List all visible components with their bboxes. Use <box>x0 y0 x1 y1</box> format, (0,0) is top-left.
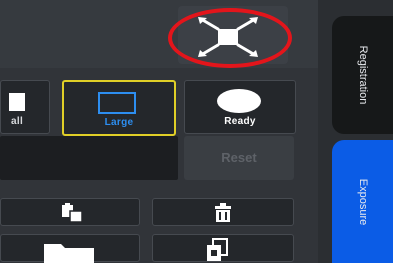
mode-ready-button[interactable]: Ready <box>184 80 296 134</box>
trash-icon <box>215 203 231 222</box>
ellipse-icon <box>217 89 261 113</box>
folder-icon <box>44 244 94 263</box>
mode-selector: all Large Ready <box>0 72 300 136</box>
paste-icon <box>62 203 83 223</box>
tab-exposure-label: Exposure <box>356 178 369 225</box>
mode-large-button[interactable]: Large <box>62 80 176 136</box>
tab-exposure[interactable]: Exposure <box>332 140 393 263</box>
mode-large-label: Large <box>104 117 134 128</box>
delete-button[interactable] <box>152 198 294 226</box>
highlight-circle <box>168 8 292 68</box>
tab-registration-label: Registration <box>356 45 369 105</box>
mode-ready-label: Ready <box>224 116 256 127</box>
paste-button[interactable] <box>0 198 140 226</box>
copy-button[interactable] <box>152 234 294 262</box>
copy-icon <box>207 238 228 261</box>
mode-small-button[interactable]: all <box>0 80 50 134</box>
tab-registration[interactable]: Registration <box>332 16 393 134</box>
mode-small-label: all <box>11 116 24 127</box>
value-display <box>0 136 178 180</box>
folder-button[interactable] <box>0 234 140 263</box>
small-swatch-icon <box>9 93 25 111</box>
reset-label: Reset <box>221 150 257 165</box>
rectangle-icon <box>98 92 136 114</box>
